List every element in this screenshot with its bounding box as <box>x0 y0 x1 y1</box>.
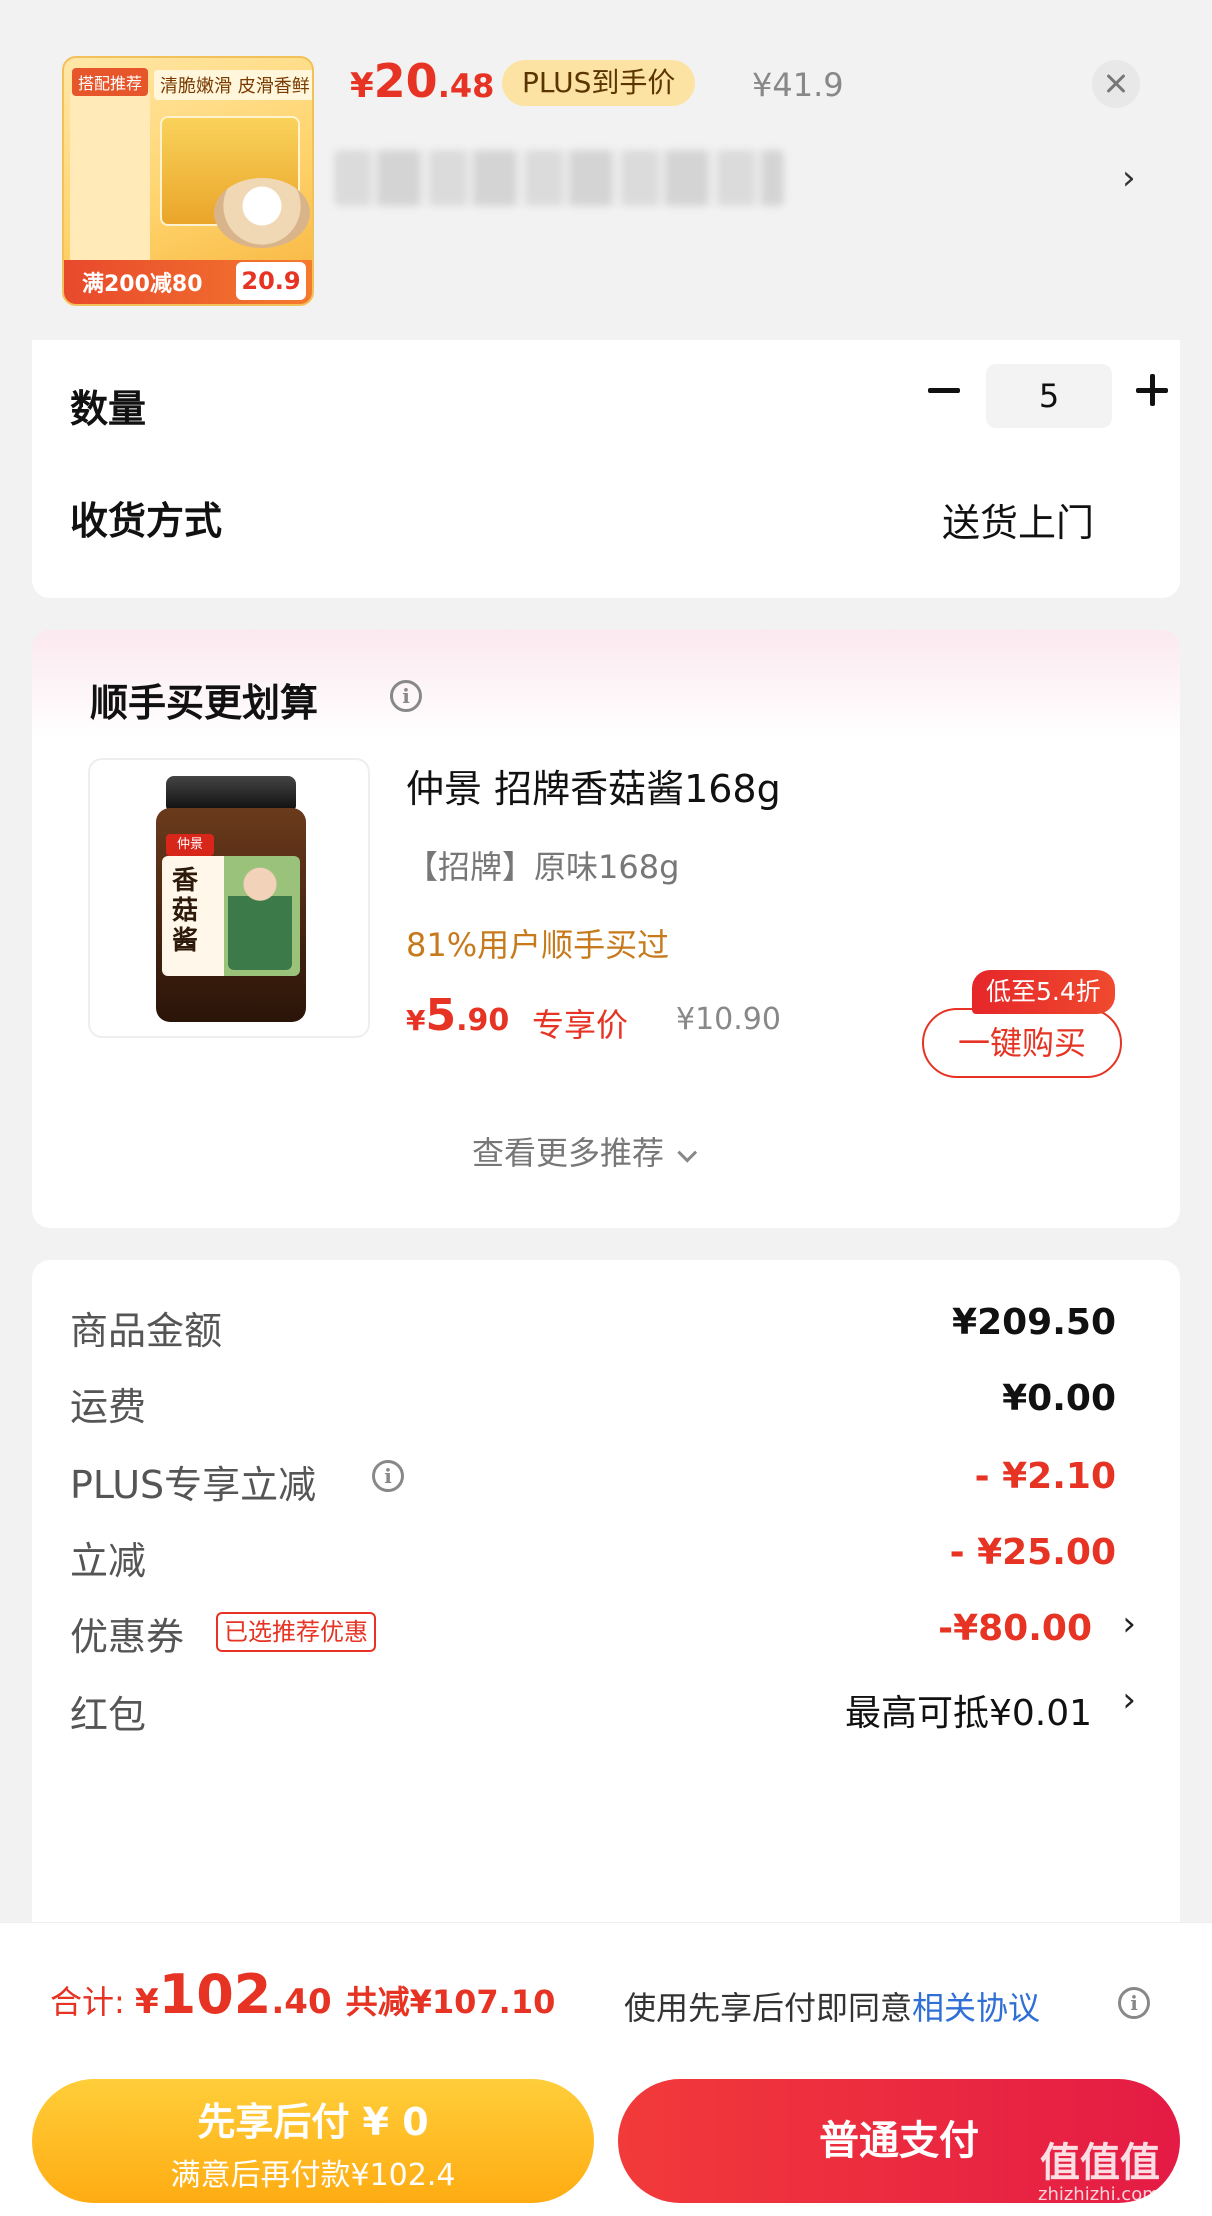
recommendation-card: 顺手买更划算 i 仲景 香菇酱 仲景 招牌香菇酱168g 【招牌】原味168g … <box>32 630 1180 1228</box>
rec-price-integer: 5 <box>425 990 457 1041</box>
jar-illustration <box>228 860 292 970</box>
total-symbol: ¥ <box>134 1982 159 2022</box>
recommended-item-price: ¥5.90 <box>406 990 509 1041</box>
watermark-logo: 值值值 <box>1040 2140 1160 2186</box>
quantity-input[interactable] <box>986 364 1112 428</box>
order-options-card: 数量 收货方式 送货上门 <box>32 340 1180 598</box>
chevron-right-icon: › <box>1122 1604 1136 1644</box>
summary-value-coupon: -¥80.00 <box>938 1608 1092 1649</box>
summary-label-red-packet: 红包 <box>70 1693 147 1737</box>
chevron-right-icon[interactable]: › <box>1122 158 1136 198</box>
price-integer: 20 <box>373 54 438 108</box>
chevron-right-icon: › <box>1122 1680 1136 1720</box>
more-recommendations-label: 查看更多推荐 <box>472 1134 665 1172</box>
thumb-slogan: 清脆嫩滑 皮滑香鲜 <box>154 70 312 100</box>
discount-badge: 低至5.4折 <box>972 970 1115 1014</box>
price-symbol: ¥ <box>350 66 374 106</box>
watermark-url: zhizhizhi.com <box>1038 2184 1160 2205</box>
social-proof-text: 81%用户顺手买过 <box>406 926 670 964</box>
order-total: 合计: ¥102.40 共减¥107.10 <box>50 1963 555 2026</box>
summary-value-shipping: ¥0.00 <box>1002 1378 1116 1419</box>
thumb-promo-price: 20.9 <box>236 262 306 300</box>
bnpl-subtitle: 满意后再付款¥102.4 <box>170 2158 456 2193</box>
jar-image: 仲景 香菇酱 <box>156 776 306 1022</box>
total-label: 合计: <box>50 1983 135 2021</box>
summary-value-instant-discount: - ¥25.00 <box>949 1532 1116 1573</box>
recommendation-title: 顺手买更划算 <box>90 681 319 725</box>
product-header: 搭配推荐 清脆嫩滑 皮滑香鲜 满200减80 20.9 ¥20.48 PLUS到… <box>0 0 1212 340</box>
coupon-selected-tag: 已选推荐优惠 <box>216 1612 376 1652</box>
rec-price-decimal: .90 <box>456 1003 510 1038</box>
recommended-item-variant: 【招牌】原味168g <box>406 848 680 886</box>
summary-label-plus-discount: PLUS专享立减 <box>70 1463 317 1507</box>
info-icon[interactable]: i <box>390 680 422 712</box>
jar-name: 香菇酱 <box>172 866 199 956</box>
jar-lid <box>166 776 296 810</box>
more-recommendations-button[interactable]: 查看更多推荐 <box>472 1128 698 1174</box>
price-summary-card: 商品金额 ¥209.50 运费 ¥0.00 PLUS专享立减 i - ¥2.10… <box>32 1260 1180 1960</box>
thumb-side-panel <box>70 88 150 274</box>
bnpl-title: 先享后付 ¥ 0 <box>197 2100 429 2144</box>
info-icon[interactable]: i <box>1118 1987 1150 2019</box>
summary-label-subtotal: 商品金额 <box>70 1309 223 1353</box>
thumb-bowl-image <box>214 178 310 248</box>
buy-now-pay-later-button[interactable]: 先享后付 ¥ 0 满意后再付款¥102.4 <box>32 2079 594 2203</box>
recommended-item-image[interactable]: 仲景 香菇酱 <box>88 758 370 1038</box>
summary-label-coupon: 优惠券 <box>70 1615 185 1659</box>
summary-label-instant-discount: 立减 <box>70 1539 147 1583</box>
plus-icon[interactable] <box>1122 360 1182 420</box>
quantity-label: 数量 <box>70 387 147 431</box>
recommended-original-price: ¥10.90 <box>676 1002 781 1037</box>
agreement-text: 使用先享后付即同意相关协议 <box>624 1983 1040 2029</box>
rec-price-symbol: ¥ <box>406 1004 426 1037</box>
price-decimal: .48 <box>437 67 495 105</box>
delivery-value[interactable]: 送货上门 <box>942 492 1094 547</box>
jar-brand: 仲景 <box>166 834 214 856</box>
thumb-promo-text: 满200减80 <box>82 272 203 297</box>
current-price: ¥20.48 <box>350 54 494 108</box>
spec-selector-blurred[interactable] <box>334 150 784 206</box>
one-click-buy-button[interactable]: 一键购买 <box>922 1008 1122 1078</box>
summary-value-subtotal: ¥209.50 <box>952 1302 1116 1343</box>
summary-value-red-packet: 最高可抵¥0.01 <box>844 1693 1092 1734</box>
thumb-tag: 搭配推荐 <box>72 68 149 96</box>
summary-label-shipping: 运费 <box>70 1385 147 1429</box>
recommended-item-name[interactable]: 仲景 招牌香菇酱168g <box>406 758 781 813</box>
chevron-down-icon <box>677 1142 698 1163</box>
checkout-bar: 合计: ¥102.40 共减¥107.10 使用先享后付即同意相关协议 i 先享后… <box>0 1922 1212 2216</box>
product-thumbnail[interactable]: 搭配推荐 清脆嫩滑 皮滑香鲜 满200减80 20.9 <box>62 56 314 306</box>
plus-price-badge: PLUS到手价 <box>502 60 696 106</box>
minus-icon[interactable] <box>914 360 974 420</box>
total-saved: 共减¥107.10 <box>345 1983 556 2021</box>
info-icon[interactable]: i <box>372 1460 404 1492</box>
original-price: ¥41.9 <box>752 66 844 104</box>
agreement-prefix: 使用先享后付即同意 <box>624 1989 913 2027</box>
total-decimal: .40 <box>271 1982 332 2022</box>
exclusive-price-label: 专享价 <box>532 1006 629 1044</box>
total-integer: 102 <box>158 1963 272 2026</box>
close-icon[interactable] <box>1092 60 1140 108</box>
summary-value-plus-discount: - ¥2.10 <box>974 1456 1116 1497</box>
agreement-link[interactable]: 相关协议 <box>912 1989 1040 2027</box>
delivery-label: 收货方式 <box>70 499 223 543</box>
